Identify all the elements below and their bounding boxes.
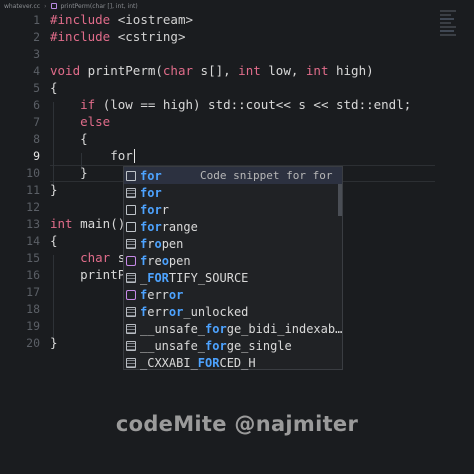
line-number: 4 <box>33 63 40 78</box>
code-text: int main() <box>50 216 126 231</box>
breadcrumb-file[interactable]: whatever.cc <box>4 3 40 10</box>
line-number: 16 <box>26 267 40 282</box>
function-icon <box>126 323 136 334</box>
suggestion-item[interactable]: forr <box>124 201 342 218</box>
text-cursor <box>133 149 136 164</box>
suggestion-label: forrange <box>140 219 198 234</box>
suggestion-label: _FORTIFY_SOURCE <box>140 270 249 285</box>
line-number: 5 <box>33 80 40 95</box>
code-line: 6 if (low == high) std::cout<< s << std:… <box>0 96 474 113</box>
suggestion-item[interactable]: __unsafe_forge_bidi_indexab… <box>124 320 342 337</box>
suggestion-item[interactable]: ferror <box>124 286 342 303</box>
code-text: { <box>50 80 58 95</box>
suggestion-label: forr <box>140 202 169 217</box>
code-line: 1 #include <iostream> <box>0 11 474 28</box>
line-number: 2 <box>33 29 40 44</box>
constant-icon <box>126 272 136 283</box>
constant-icon <box>126 357 136 368</box>
autocomplete-popup[interactable]: for Code snippet for for l… for forr for… <box>123 166 343 370</box>
code-text: { <box>50 131 88 146</box>
suggestion-label: for <box>140 185 162 200</box>
code-line: 5 { <box>0 79 474 96</box>
snippet-icon <box>126 170 136 181</box>
code-text: #include <iostream> <box>50 12 194 27</box>
snippet-icon <box>126 221 136 232</box>
line-number: 11 <box>26 182 40 197</box>
suggestion-label: fropen <box>140 236 184 251</box>
line-number: 9 <box>33 148 40 163</box>
line-number: 20 <box>26 335 40 350</box>
watermark: codeMite @najmiter <box>115 412 359 436</box>
line-number: 10 <box>26 165 40 180</box>
function-icon <box>126 306 136 317</box>
code-text: else <box>80 114 111 129</box>
suggestion-label: for <box>140 168 162 183</box>
method-icon <box>126 289 136 300</box>
suggestion-item[interactable]: for Code snippet for for l… <box>124 167 342 184</box>
code-text: { <box>50 233 58 248</box>
breadcrumb-symbol[interactable]: printPerm(char [], int, int) <box>61 3 138 10</box>
code-line-active: 9 for <box>0 147 474 164</box>
line-number: 18 <box>26 301 40 316</box>
code-text: } <box>50 335 58 350</box>
suggestion-item[interactable]: freopen <box>124 252 342 269</box>
snippet-icon <box>126 204 136 215</box>
method-icon <box>126 255 136 266</box>
line-number: 6 <box>33 97 40 112</box>
suggestion-item[interactable]: fropen <box>124 235 342 252</box>
suggestion-label: __unsafe_forge_bidi_indexab… <box>140 321 343 336</box>
line-number: 14 <box>26 233 40 248</box>
line-number: 8 <box>33 131 40 146</box>
line-number: 13 <box>26 216 40 231</box>
code-text: #include <cstring> <box>50 29 186 44</box>
line-number: 15 <box>26 250 40 265</box>
suggestion-item[interactable]: _FORTIFY_SOURCE <box>124 269 342 286</box>
line-number: 7 <box>33 114 40 129</box>
code-text: } <box>50 165 88 180</box>
function-icon <box>50 3 57 9</box>
chevron-right-icon: › <box>44 2 47 10</box>
code-text: for <box>50 148 136 164</box>
suggestion-label: ferror <box>140 287 184 302</box>
suggestion-item[interactable]: for <box>124 184 342 201</box>
code-line: 4 void printPerm(char s[], int low, int … <box>0 62 474 79</box>
line-number: 1 <box>33 12 40 27</box>
suggestion-item[interactable]: __unsafe_forge_single <box>124 337 342 354</box>
line-number: 17 <box>26 284 40 299</box>
code-line: 2 #include <cstring> <box>0 28 474 45</box>
code-line: 8 { <box>0 130 474 147</box>
suggestion-item[interactable]: _CXXABI_FORCED_H <box>124 354 342 371</box>
suggestion-label: ferror_unlocked <box>140 304 249 319</box>
code-line: 3 <box>0 45 474 62</box>
suggestion-label: __unsafe_forge_single <box>140 338 292 353</box>
code-line: 7 else <box>0 113 474 130</box>
function-icon <box>126 238 136 249</box>
line-number: 19 <box>26 318 40 333</box>
code-text: char s[ <box>80 250 133 265</box>
function-icon <box>126 340 136 351</box>
suggestion-item[interactable]: ferror_unlocked <box>124 303 342 320</box>
suggestion-item[interactable]: forrange <box>124 218 342 235</box>
code-text: printPe <box>50 267 133 282</box>
code-text: void printPerm(char s[], int low, int hi… <box>50 63 374 78</box>
suggestion-detail: Code snippet for for l… <box>200 169 338 182</box>
suggestion-label: freopen <box>140 253 191 268</box>
code-text: if (low == high) std::cout<< s << std::e… <box>80 97 412 112</box>
keyword-icon <box>126 187 136 198</box>
line-number: 12 <box>26 199 40 214</box>
code-text: } <box>50 182 58 197</box>
suggestion-label: _CXXABI_FORCED_H <box>140 355 256 370</box>
line-number: 3 <box>33 46 40 61</box>
